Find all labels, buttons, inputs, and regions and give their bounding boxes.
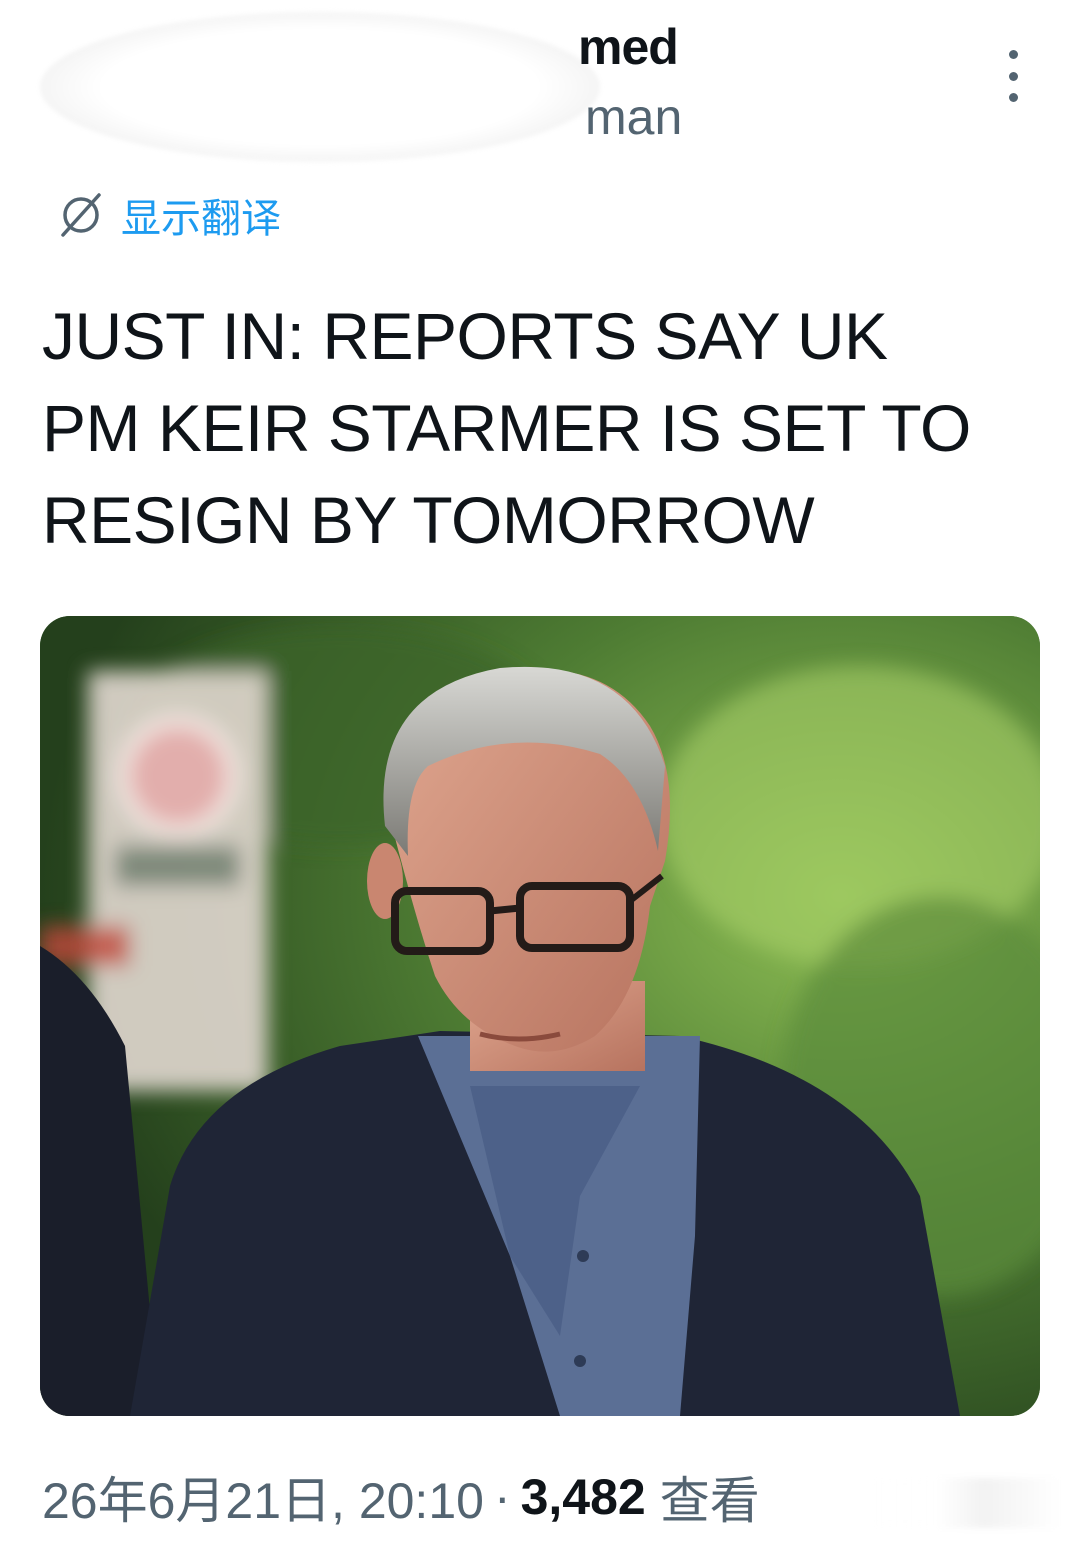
author-display-name[interactable]: med bbox=[578, 18, 679, 76]
show-translation-link[interactable]: 显示翻译 bbox=[55, 187, 281, 243]
show-translation-label: 显示翻译 bbox=[121, 197, 281, 241]
tweet-header: med man bbox=[0, 0, 1077, 170]
more-vertical-icon bbox=[1008, 50, 1018, 59]
tweet-meta: 26年6月21日, 20:10 · 3,482 查看 bbox=[42, 1462, 760, 1532]
tweet-photo[interactable] bbox=[40, 616, 1040, 1416]
views-label: 查看 bbox=[659, 1473, 760, 1529]
tweet-text-line: PM KEIR STARMER IS SET TO bbox=[42, 391, 971, 465]
more-options-button[interactable] bbox=[995, 50, 1031, 102]
author-handle[interactable]: man bbox=[585, 88, 682, 146]
meta-separator: · bbox=[493, 1469, 511, 1525]
photo-image bbox=[40, 616, 1040, 1416]
tweet-text-line: JUST IN: REPORTS SAY UK bbox=[42, 299, 888, 373]
views-count: 3,482 bbox=[520, 1469, 646, 1525]
redacted-watermark-area bbox=[870, 1478, 1060, 1528]
redacted-avatar-area bbox=[40, 12, 600, 162]
tweet-timestamp[interactable]: 26年6月21日, 20:10 bbox=[42, 1461, 484, 1533]
tweet-text: JUST IN: REPORTS SAY UK PM KEIR STARMER … bbox=[42, 290, 1042, 566]
tweet-text-line: RESIGN BY TOMORROW bbox=[42, 483, 815, 557]
globe-slash-icon bbox=[61, 193, 101, 237]
